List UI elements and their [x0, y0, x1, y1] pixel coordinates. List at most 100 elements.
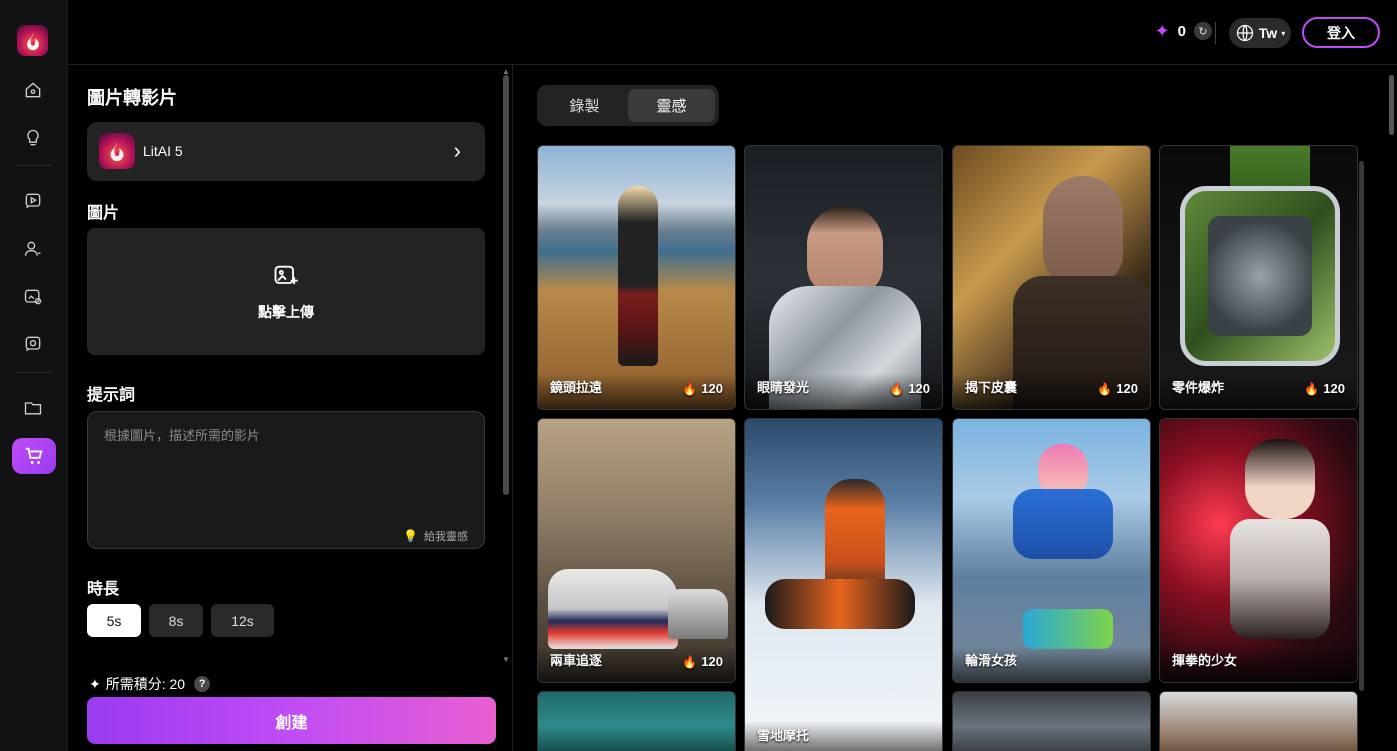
gallery-card[interactable] [952, 691, 1151, 751]
sidebar-divider [16, 165, 52, 166]
lightbulb-icon: 💡 [403, 529, 418, 543]
flame-icon: 🔥 [1097, 381, 1113, 396]
card-title: 揮拳的少女 [1172, 653, 1238, 668]
gallery-card[interactable]: 眼睛發光 🔥 120 [744, 145, 943, 410]
card-figure-head [1245, 439, 1315, 519]
prompt-textarea[interactable]: 根據圖片，描述所需的影片 💡 給我靈感 [87, 411, 485, 549]
duration-label: 時長 [87, 581, 120, 598]
card-watch-face [1208, 216, 1312, 336]
duration-option-12s[interactable]: 12s [211, 604, 274, 637]
model-name: LitAI 5 [143, 143, 183, 159]
required-credits: ✦ 所需積分: 20 ? [89, 674, 211, 694]
flame-icon: 🔥 [682, 381, 698, 396]
image-edit-icon[interactable] [21, 285, 45, 309]
topbar-divider [1215, 22, 1216, 44]
ai-avatar-icon[interactable] [21, 237, 45, 261]
cart-icon [25, 447, 43, 464]
flame-icon: 🔥 [1304, 381, 1320, 396]
card-title: 兩車追逐 [550, 653, 603, 668]
card-title: 眼睛發光 [757, 380, 810, 395]
inspire-button[interactable]: 💡 給我靈感 [403, 528, 468, 544]
cart-button[interactable] [12, 438, 56, 474]
gallery-card[interactable]: 雪地摩托 [744, 418, 943, 751]
card-score: 🔥 120 [682, 654, 723, 669]
tab-inspiration[interactable]: 靈感 [628, 89, 715, 122]
chevron-right-icon: › [453, 138, 461, 163]
image-to-video-icon[interactable] [21, 189, 45, 213]
card-snowmobile [765, 579, 915, 629]
generation-panel: 圖片轉影片 LitAI 5 › 圖片 點擊上傳 提示詞 根據圖片，描述所需的影片… [68, 65, 513, 751]
gallery-card[interactable] [537, 691, 736, 751]
language-label: Tw [1258, 25, 1278, 41]
sparkle-icon: ✦ [1154, 21, 1170, 41]
upload-label: 點擊上傳 [258, 303, 314, 320]
card-figure [1043, 176, 1123, 286]
credits-value: 0 [1177, 22, 1186, 40]
scroll-up-icon[interactable]: ▲ [502, 67, 510, 76]
create-button[interactable]: 創建 [87, 697, 496, 744]
video-effects-icon[interactable] [21, 332, 45, 356]
language-selector[interactable]: Tw ▾ [1229, 18, 1291, 48]
duration-option-5s[interactable]: 5s [87, 604, 141, 637]
globe-icon [1236, 24, 1253, 42]
card-hoodie [1013, 489, 1113, 559]
gallery-card[interactable] [1159, 691, 1358, 751]
refresh-credits-icon[interactable]: ↻ [1194, 22, 1212, 40]
app-logo[interactable] [17, 25, 48, 56]
gallery-card[interactable]: 零件爆炸 🔥 120 [1159, 145, 1358, 410]
folder-icon[interactable] [21, 396, 45, 420]
flame-logo-icon [26, 32, 39, 50]
home-icon[interactable] [21, 78, 45, 102]
gallery-card[interactable]: 輪滑女孩 [952, 418, 1151, 683]
card-score: 🔥 120 [1304, 381, 1345, 396]
duration-options: 5s 8s 12s [87, 604, 274, 637]
flame-icon: 🔥 [889, 381, 905, 396]
panel-scrollbar[interactable] [503, 75, 509, 495]
prompt-placeholder: 根據圖片，描述所需的影片 [104, 428, 261, 443]
required-credits-text: 所需積分: 20 [105, 676, 186, 692]
tab-record[interactable]: 錄製 [541, 89, 628, 122]
help-icon[interactable]: ? [194, 676, 211, 692]
image-upload-area[interactable]: 點擊上傳 [87, 228, 485, 355]
card-score: 🔥 120 [889, 381, 930, 396]
card-skates [1023, 609, 1113, 649]
image-add-icon [274, 265, 298, 284]
card-figure-body [1230, 519, 1330, 639]
flame-icon: 🔥 [682, 654, 698, 669]
gallery-card[interactable]: 揮拳的少女 [1159, 418, 1358, 683]
gallery-scrollbar[interactable] [1359, 161, 1364, 691]
chevron-down-icon: ▾ [1281, 28, 1286, 38]
scroll-down-icon[interactable]: ▼ [502, 655, 510, 664]
duration-option-8s[interactable]: 8s [149, 604, 203, 637]
card-figure [618, 186, 658, 366]
page-scrollbar[interactable] [1389, 75, 1394, 135]
bulb-icon[interactable] [21, 126, 45, 150]
sidebar-divider [16, 372, 52, 373]
login-button[interactable]: 登入 [1302, 17, 1380, 48]
card-title: 輪滑女孩 [965, 653, 1018, 668]
page-title: 圖片轉影片 [87, 88, 177, 108]
inspire-label: 給我靈感 [424, 531, 468, 543]
card-figure [807, 206, 883, 296]
sparkle-icon: ✦ [89, 675, 101, 692]
gallery-card[interactable]: 兩車追逐 🔥 120 [537, 418, 736, 683]
inspiration-gallery: 錄製 靈感 鏡頭拉遠 🔥 120 眼睛發光 🔥 120 揭下皮囊 🔥 120 零… [514, 65, 1397, 751]
gallery-card[interactable]: 揭下皮囊 🔥 120 [952, 145, 1151, 410]
card-car [668, 589, 728, 639]
card-score: 🔥 120 [1097, 381, 1138, 396]
image-label: 圖片 [87, 205, 120, 222]
card-title: 雪地摩托 [757, 728, 810, 743]
card-score: 🔥 120 [682, 381, 723, 396]
card-title: 鏡頭拉遠 [550, 380, 603, 395]
card-title: 揭下皮囊 [965, 380, 1018, 395]
card-title: 零件爆炸 [1172, 380, 1225, 395]
app-root: ✦ 0 ↻ Tw ▾ 登入 圖片轉影片 LitAI 5 › 圖片 點擊上傳 提示… [0, 0, 1397, 751]
top-bar: ✦ 0 ↻ Tw ▾ 登入 [68, 0, 1397, 65]
prompt-label: 提示詞 [87, 387, 136, 404]
gallery-card[interactable]: 鏡頭拉遠 🔥 120 [537, 145, 736, 410]
card-car [548, 569, 678, 649]
gallery-tabs: 錄製 靈感 [537, 85, 719, 126]
model-selector[interactable]: LitAI 5 › [87, 122, 485, 181]
sidebar [0, 0, 68, 751]
model-logo-icon [99, 133, 135, 169]
